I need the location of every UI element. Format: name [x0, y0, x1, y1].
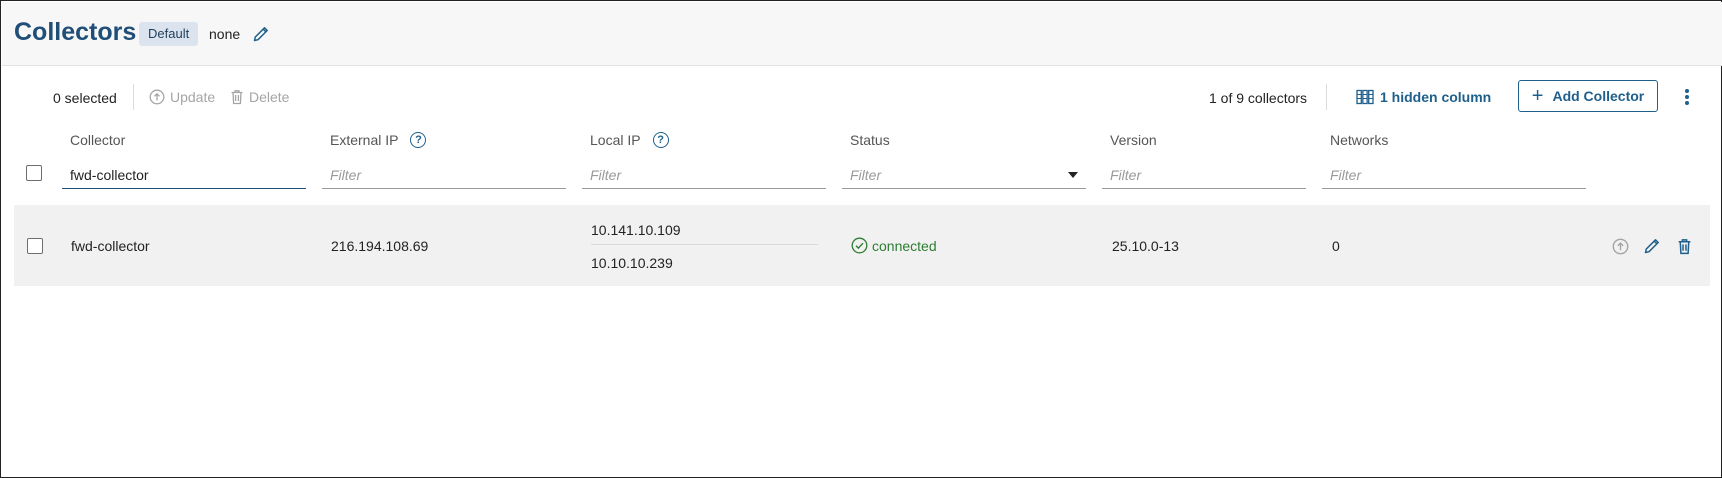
networks-cell: 0	[1332, 238, 1340, 254]
page-header: Collectors Default none	[2, 2, 1722, 66]
column-header-version[interactable]: Version	[1110, 132, 1157, 148]
columns-icon	[1356, 89, 1374, 105]
toolbar-divider	[133, 84, 134, 110]
delete-button[interactable]: Delete	[230, 87, 289, 107]
column-label: External IP	[330, 132, 399, 148]
select-all-checkbox[interactable]	[26, 165, 42, 181]
upload-icon	[1612, 238, 1628, 254]
status-filter-select[interactable]: Filter	[842, 161, 1086, 189]
local-ip-filter-input[interactable]	[582, 161, 826, 189]
column-header-networks[interactable]: Networks	[1330, 132, 1388, 148]
column-header-local-ip[interactable]: Local IP ?	[590, 132, 669, 148]
column-label: Version	[1110, 132, 1157, 148]
upload-icon	[149, 89, 165, 105]
status-filter-placeholder: Filter	[850, 166, 882, 183]
help-icon[interactable]: ?	[410, 132, 427, 148]
column-label: Collector	[70, 132, 126, 148]
external-ip-cell: 216.194.108.69	[331, 238, 429, 254]
hidden-columns-label: 1 hidden column	[1380, 89, 1492, 105]
check-circle-icon	[851, 237, 868, 254]
column-header-external-ip[interactable]: External IP ?	[330, 132, 427, 148]
column-header-status[interactable]: Status	[850, 132, 890, 148]
add-collector-button[interactable]: + Add Collector	[1518, 80, 1658, 112]
app-frame: Collectors Default none 0 selected Updat…	[0, 0, 1722, 478]
toolbar-divider	[1326, 84, 1327, 110]
tag-badge: Default	[139, 22, 199, 46]
hidden-columns-button[interactable]: 1 hidden column	[1356, 87, 1491, 107]
row-update-button[interactable]	[1610, 236, 1630, 256]
external-ip-filter-input[interactable]	[322, 161, 566, 189]
row-delete-button[interactable]	[1674, 236, 1694, 256]
row-edit-button[interactable]	[1642, 236, 1662, 256]
edit-tag-button[interactable]	[251, 24, 271, 44]
collector-counter: 1 of 9 collectors	[1209, 90, 1308, 106]
help-icon[interactable]: ?	[652, 132, 669, 148]
plus-icon: +	[1531, 85, 1544, 107]
collector-name-cell: fwd-collector	[71, 238, 150, 254]
collector-filter-input[interactable]	[62, 161, 306, 189]
column-label: Local IP	[590, 132, 641, 148]
update-label: Update	[170, 89, 216, 105]
trash-icon	[231, 90, 243, 105]
status-label: connected	[872, 237, 937, 254]
pencil-icon	[1644, 239, 1659, 254]
column-label: Status	[850, 132, 890, 148]
local-ip-cell: 10.10.10.239	[591, 255, 673, 271]
column-label: Networks	[1330, 132, 1389, 148]
local-ip-cell: 10.141.10.109	[591, 222, 681, 238]
update-button[interactable]: Update	[149, 87, 215, 107]
row-checkbox[interactable]	[27, 238, 43, 254]
local-ip-divider	[591, 244, 818, 245]
version-filter-input[interactable]	[1102, 161, 1306, 189]
column-header-collector[interactable]: Collector	[70, 132, 125, 148]
delete-label: Delete	[249, 89, 290, 105]
tag-value: none	[209, 26, 241, 42]
networks-filter-input[interactable]	[1322, 161, 1586, 189]
pencil-icon	[253, 27, 268, 42]
trash-icon	[1678, 238, 1690, 254]
selected-count: 0 selected	[53, 90, 117, 106]
status-cell: connected	[851, 237, 937, 254]
more-options-kebab-icon[interactable]	[1678, 86, 1696, 108]
add-collector-label: Add Collector	[1552, 88, 1645, 104]
page-title: Collectors	[14, 18, 137, 46]
caret-down-icon	[1068, 171, 1078, 178]
version-cell: 25.10.0-13	[1112, 238, 1179, 254]
